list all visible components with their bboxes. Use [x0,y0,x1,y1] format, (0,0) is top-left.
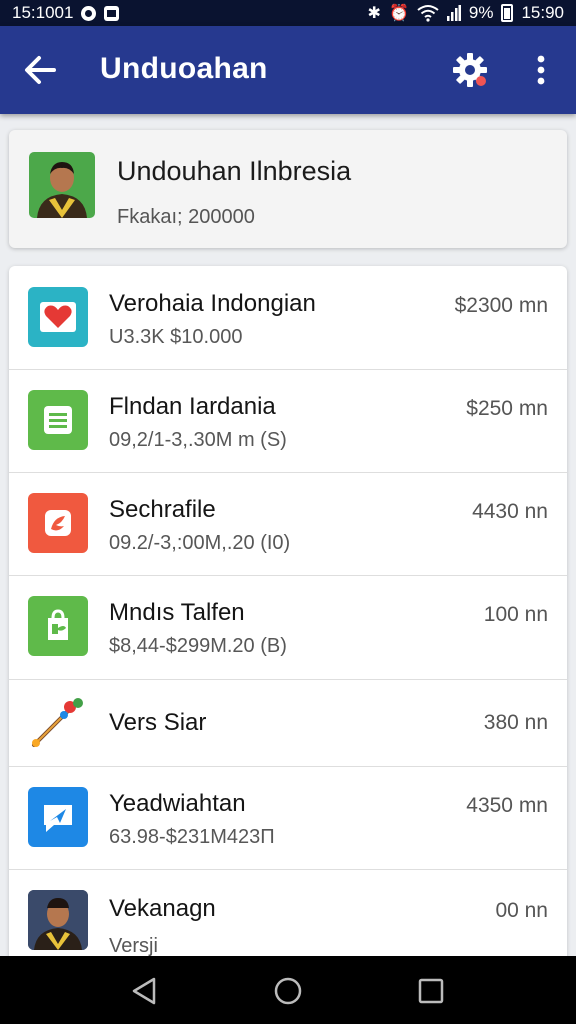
arrow-left-icon[interactable] [22,52,58,88]
item-size: 4430 nn [472,500,548,523]
item-subtitle: $8,44-$299M.20 (B) [109,635,287,657]
more-vert-icon[interactable] [528,52,554,88]
list-item[interactable]: Vekanagn Versji 00 nn [9,869,567,966]
list-item[interactable]: Vers Siar 380 nn [9,679,567,767]
alarm-icon: ⏰ [388,5,409,22]
item-subtitle: 09,2/1-3,.30M m (S) [109,429,287,451]
item-size: 4350 mn [466,794,548,817]
item-size: 380 nn [483,711,548,734]
avatar [29,152,95,218]
item-title: Mndıs Talfen [109,599,245,626]
list-item[interactable]: Sechrafile 09.2/-3,:00M,.20 (I0) 4430 nn [9,472,567,576]
item-subtitle: 09.2/-3,:00M,.20 (I0) [109,532,291,554]
item-subtitle: Versji [109,935,158,957]
list-item[interactable]: Verohaia Indongian U3.3K $10.000 $2300 m… [9,266,567,370]
paintbrush-icon [28,693,88,753]
page-title: Unduoahan [100,52,268,85]
item-size: $250 mn [466,397,548,420]
nav-home-circle-icon[interactable] [271,974,305,1008]
document-icon [28,390,88,450]
battery-percent: 9% [468,3,494,22]
heart-book-icon [28,287,88,347]
profile-subtitle: Fkakaı; 200000 [117,206,255,228]
signal-icon [446,5,461,21]
item-title: Flndan Iardania [109,393,276,420]
item-title: Verohaia Indongian [109,290,316,317]
notification-icon [81,5,97,21]
item-size: $2300 mn [454,294,548,317]
item-title: Vers Siar [109,709,207,736]
image-notification-icon [104,5,120,21]
list-item[interactable]: Flndan Iardania 09,2/1-3,.30M m (S) $250… [9,369,567,473]
list-item[interactable]: Yeadwiahtan 63.98-$231M423Π 4350 mn [9,766,567,870]
wifi-icon [417,5,439,22]
profile-card[interactable]: Undouhan Ilnbresia Fkakaı; 200000 [9,130,567,248]
nav-bar [0,956,576,1024]
bluetooth-icon: ✱ [367,5,381,22]
status-time-right: 15:90 [521,3,564,22]
orange-app-icon [28,493,88,553]
item-title: Yeadwiahtan [109,790,246,817]
nav-recent-square-icon[interactable] [414,974,448,1008]
profile-title: Undouhan Ilnbresia [117,156,352,186]
item-title: Sechrafile [109,496,216,523]
status-time-left: 15:1001 [12,3,74,22]
status-bar: 15:1001 ✱ ⏰ 9% 15:90 [0,0,576,26]
item-size: 100 nn [483,603,548,626]
battery-icon [501,4,514,22]
download-list: Verohaia Indongian U3.3K $10.000 $2300 m… [9,266,567,966]
nav-back-triangle-icon[interactable] [128,974,162,1008]
status-right: ✱ ⏰ 9% 15:90 [368,3,564,23]
shopping-bag-icon [28,596,88,656]
item-subtitle: 63.98-$231M423Π [109,826,275,848]
settings-button[interactable] [450,50,490,90]
status-left: 15:1001 [12,3,120,23]
item-subtitle: U3.3K $10.000 [109,326,243,348]
chat-bubble-icon [28,787,88,847]
avatar-icon [28,890,88,950]
settings-badge [476,76,486,86]
item-size: 00 nn [495,899,548,922]
app-bar: Unduoahan [0,26,576,114]
list-item[interactable]: Mndıs Talfen $8,44-$299M.20 (B) 100 nn [9,575,567,680]
item-title: Vekanagn [109,895,216,922]
